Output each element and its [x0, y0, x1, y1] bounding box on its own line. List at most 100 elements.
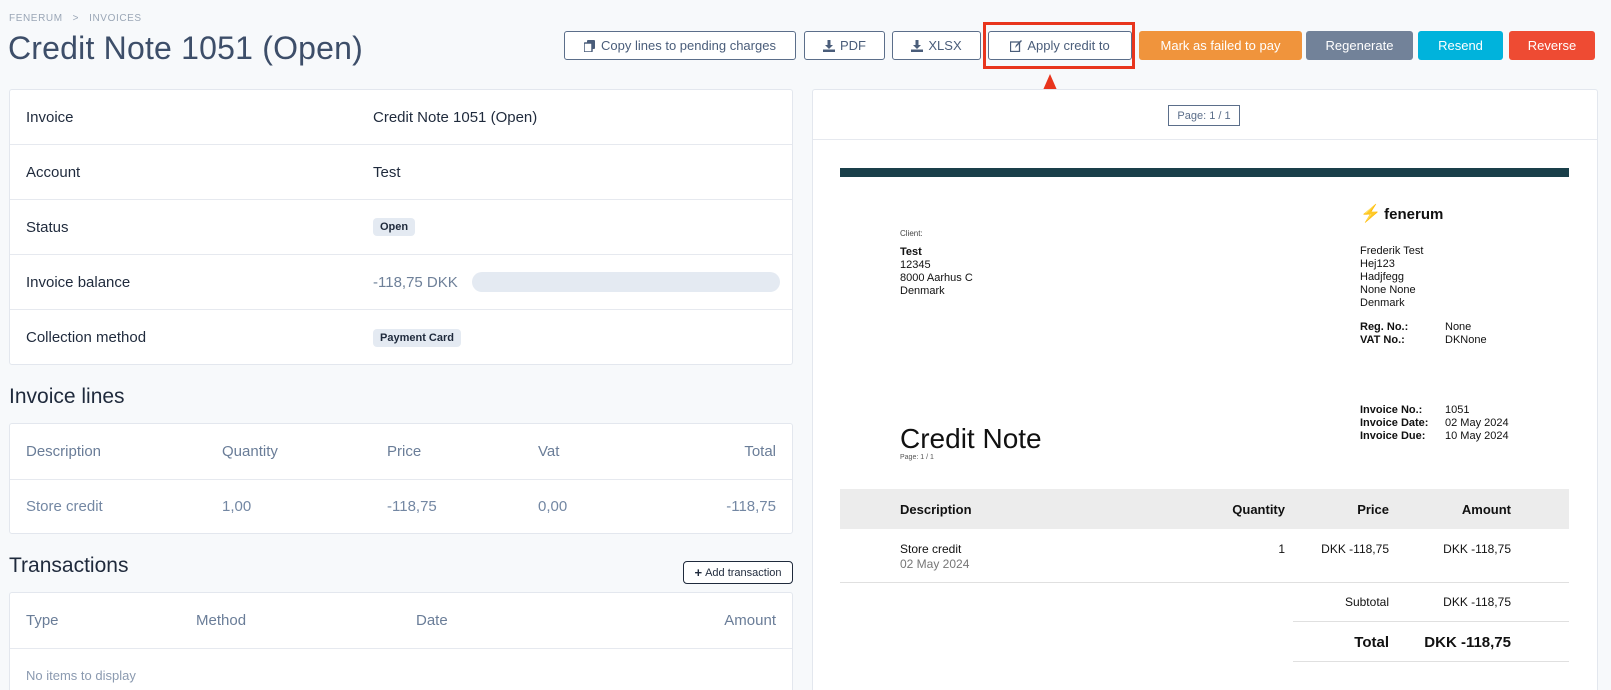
detail-row-status: Status Open — [10, 200, 792, 255]
brand-name: fenerum — [1384, 205, 1444, 223]
pdf-button[interactable]: PDF — [804, 31, 885, 60]
column-header: Method — [196, 593, 416, 649]
column-header: Quantity — [222, 424, 387, 480]
kv-value: 02 May 2024 — [1445, 417, 1509, 429]
detail-row-balance: Invoice balance -118,75 DKK — [10, 255, 792, 310]
subtotal-value: DKK -118,75 — [1443, 595, 1511, 609]
copy-lines-button[interactable]: Copy lines to pending charges — [564, 31, 796, 60]
document-subtotal: Subtotal DKK -118,75 — [1293, 583, 1569, 622]
column-header: Price — [387, 424, 538, 480]
brand-logo-icon: ⚡ — [1360, 204, 1382, 223]
invoice-date-row: Invoice Date: 02 May 2024 — [1360, 417, 1509, 430]
kv-label: Reg. No.: — [1360, 321, 1409, 333]
client-address: Test 12345 8000 Aarhus C Denmark — [900, 246, 973, 298]
brand-logo: ⚡ fenerum — [1360, 204, 1443, 224]
client-line: 12345 — [900, 259, 931, 271]
balance-amount: -118,75 DKK — [373, 273, 458, 291]
table-cell: 0,00 — [538, 498, 568, 516]
doc-column-header: Quantity — [1232, 502, 1285, 517]
regenerate-label: Regenerate — [1325, 38, 1394, 53]
doc-column-header: Price — [1357, 502, 1389, 517]
xlsx-label: XLSX — [928, 38, 962, 53]
vat-no-row: VAT No.: DKNone — [1360, 334, 1487, 347]
regenerate-button[interactable]: Regenerate — [1306, 31, 1413, 60]
kv-label: VAT No.: — [1360, 334, 1405, 346]
table-header-row: Type Method Date Amount — [10, 593, 792, 649]
add-transaction-label: Add transaction — [705, 566, 782, 579]
detail-row-collection: Collection method Payment Card — [10, 310, 792, 365]
copy-icon — [584, 39, 596, 52]
column-header: Total — [668, 424, 792, 480]
kv-label: Invoice Date: — [1360, 417, 1429, 429]
table-row: Store credit 1,00 -118,75 0,00 -118,75 — [10, 479, 792, 534]
table-header-row: Description Quantity Price Vat Total — [10, 424, 792, 480]
client-label: Client: — [900, 229, 923, 238]
detail-label: Collection method — [26, 329, 147, 346]
column-header: Type — [10, 593, 196, 649]
doc-line-description: Store credit — [900, 542, 962, 556]
invoice-no-row: Invoice No.: 1051 — [1360, 404, 1469, 417]
doc-line-price: DKK -118,75 — [1321, 542, 1389, 556]
download-icon — [823, 39, 835, 52]
sender-line: Frederik Test — [1360, 245, 1424, 257]
total-label: Total — [1354, 634, 1389, 651]
kv-value: None — [1445, 321, 1472, 333]
detail-label: Account — [26, 163, 81, 181]
reverse-label: Reverse — [1527, 38, 1577, 53]
client-line: Denmark — [900, 285, 945, 297]
balance-progress-bar — [471, 272, 780, 292]
total-value: DKK -118,75 — [1424, 634, 1511, 651]
doc-line-date: 02 May 2024 — [900, 557, 970, 571]
breadcrumb-root[interactable]: FENERUM — [9, 13, 63, 24]
collection-method-badge: Payment Card — [373, 328, 461, 347]
kv-value: 1051 — [1445, 404, 1470, 416]
xlsx-button[interactable]: XLSX — [892, 31, 981, 60]
document-title: Credit Note — [900, 423, 1042, 454]
invoice-lines-card: Description Quantity Price Vat Total Sto… — [9, 423, 793, 534]
preview-header: Page: 1 / 1 — [813, 90, 1597, 140]
resend-button[interactable]: Resend — [1418, 31, 1503, 60]
breadcrumb-current[interactable]: INVOICES — [89, 13, 142, 24]
subtotal-label: Subtotal — [1344, 595, 1389, 609]
transactions-card: Type Method Date Amount No items to disp… — [9, 592, 793, 690]
sender-line: None None — [1360, 284, 1416, 296]
download-icon — [911, 39, 924, 52]
status-badge: Open — [373, 218, 416, 236]
table-cell: -118,75 — [726, 498, 776, 516]
invoice-details-card: Invoice Credit Note 1051 (Open) Account … — [9, 89, 793, 365]
doc-column-header: Description — [900, 502, 972, 517]
document-table-header: Description Quantity Price Amount — [840, 489, 1569, 529]
invoice-preview-panel: Page: 1 / 1 Client: Test 12345 8000 Aarh… — [812, 89, 1598, 690]
kv-value: 10 May 2024 — [1445, 430, 1509, 442]
doc-line-quantity: 1 — [1278, 542, 1285, 556]
sender-line: Hej123 — [1360, 258, 1395, 270]
reverse-button[interactable]: Reverse — [1509, 31, 1595, 60]
detail-row-account: Account Test — [10, 145, 792, 200]
kv-value: DKNone — [1445, 334, 1487, 346]
mark-failed-button[interactable]: Mark as failed to pay — [1139, 31, 1302, 60]
kv-label: Invoice No.: — [1360, 404, 1423, 416]
table-cell: -118,75 — [387, 498, 437, 516]
document-line-item: Store credit 02 May 2024 1 DKK -118,75 D… — [840, 529, 1569, 583]
empty-state: No items to display — [26, 667, 136, 683]
column-header: Amount — [616, 593, 792, 649]
doc-line-amount: DKK -118,75 — [1443, 542, 1511, 556]
client-line: 8000 Aarhus C — [900, 272, 973, 284]
table-cell: 1,00 — [222, 498, 252, 516]
copy-lines-label: Copy lines to pending charges — [601, 38, 776, 53]
document-page-number: Page: 1 / 1 — [900, 454, 934, 461]
sender-line: Denmark — [1360, 297, 1405, 309]
plus-icon: + — [694, 565, 703, 580]
sender-address: Frederik Test Hej123 Hadjfegg None None … — [1360, 245, 1423, 310]
account-link[interactable]: Test — [373, 164, 792, 181]
document-top-bar — [840, 168, 1569, 177]
breadcrumb: FENERUM > INVOICES — [9, 13, 142, 24]
invoice-due-row: Invoice Due: 10 May 2024 — [1360, 430, 1509, 443]
doc-column-header: Amount — [1461, 502, 1511, 517]
invoice-lines-title: Invoice lines — [9, 385, 125, 408]
add-transaction-button[interactable]: + Add transaction — [683, 561, 793, 584]
detail-label: Status — [26, 218, 69, 236]
page-indicator: Page: 1 / 1 — [1168, 105, 1240, 126]
transactions-table: Type Method Date Amount — [10, 593, 792, 649]
page-title: Credit Note 1051 (Open) — [8, 30, 364, 66]
